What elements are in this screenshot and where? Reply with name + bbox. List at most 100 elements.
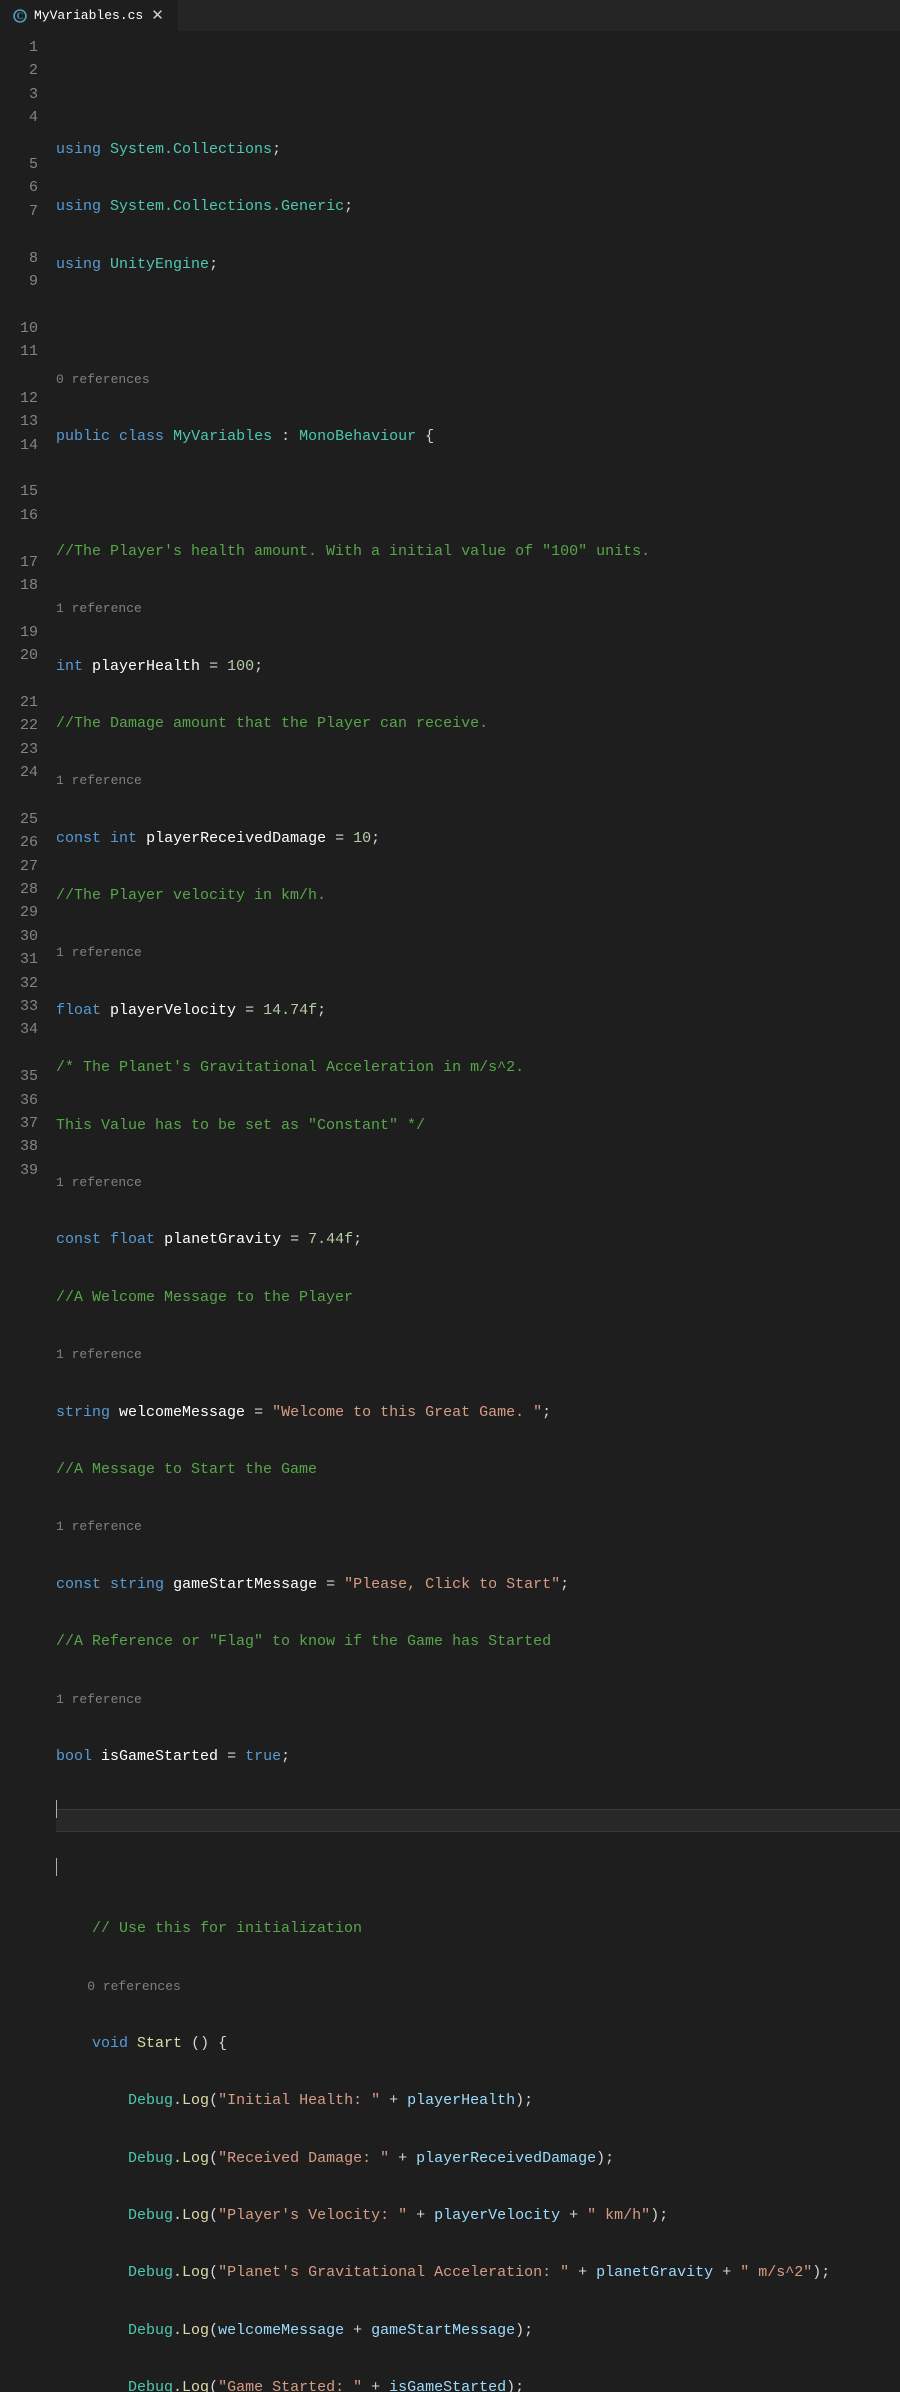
codelens-references[interactable]: 1 reference xyxy=(56,1343,900,1366)
keyword-string: string xyxy=(56,1401,110,1424)
line-number: 5 xyxy=(0,153,38,176)
codelens-references[interactable]: 0 references xyxy=(56,1975,900,1998)
keyword-using: using xyxy=(56,195,101,218)
keyword-public: public xyxy=(56,425,110,448)
line-number-blank xyxy=(0,223,38,246)
keyword-float: float xyxy=(110,1228,155,1251)
editor-area[interactable]: 1234567891011121314151617181920212223242… xyxy=(0,32,900,1196)
fn-log: Log xyxy=(182,2319,209,2342)
line-number-blank xyxy=(0,1042,38,1065)
keyword-string: string xyxy=(110,1573,164,1596)
codelens-references[interactable]: 1 reference xyxy=(56,597,900,620)
line-number: 29 xyxy=(0,901,38,924)
string-literal: "Received Damage: " xyxy=(218,2147,389,2170)
var-gamestartmessage: gameStartMessage xyxy=(173,1573,317,1596)
csharp-file-icon: C xyxy=(12,8,28,24)
line-number: 30 xyxy=(0,925,38,948)
line-number: 32 xyxy=(0,972,38,995)
line-number: 36 xyxy=(0,1089,38,1112)
line-number: 35 xyxy=(0,1065,38,1088)
codelens-references[interactable]: 0 references xyxy=(56,368,900,391)
line-number: 24 xyxy=(0,761,38,784)
class-monobehaviour: MonoBehaviour xyxy=(299,425,416,448)
line-number-blank xyxy=(0,668,38,691)
line-number: 19 xyxy=(0,621,38,644)
line-number-gutter: 1234567891011121314151617181920212223242… xyxy=(0,36,56,1196)
var-ref: planetGravity xyxy=(596,2261,713,2284)
line-number: 22 xyxy=(0,714,38,737)
line-number: 15 xyxy=(0,480,38,503)
string-literal: "Planet's Gravitational Acceleration: " xyxy=(218,2261,569,2284)
line-number: 17 xyxy=(0,551,38,574)
var-playerreceiveddamage: playerReceivedDamage xyxy=(146,827,326,850)
line-number: 23 xyxy=(0,738,38,761)
svg-text:C: C xyxy=(17,11,24,21)
line-number: 10 xyxy=(0,317,38,340)
line-number: 37 xyxy=(0,1112,38,1135)
keyword-int: int xyxy=(56,655,83,678)
keyword-void: void xyxy=(92,2032,128,2055)
line-number: 11 xyxy=(0,340,38,363)
num-literal: 10 xyxy=(353,827,371,850)
codelens-references[interactable]: 1 reference xyxy=(56,941,900,964)
var-isgamestarted: isGameStarted xyxy=(101,1745,218,1768)
var-ref: playerVelocity xyxy=(434,2204,560,2227)
var-welcomemessage: welcomeMessage xyxy=(119,1401,245,1424)
var-playervelocity: playerVelocity xyxy=(110,999,236,1022)
keyword-int: int xyxy=(110,827,137,850)
code-content[interactable]: using System.Collections; using System.C… xyxy=(56,36,900,1196)
fn-start: Start xyxy=(137,2032,182,2055)
fn-log: Log xyxy=(182,2261,209,2284)
line-number: 14 xyxy=(0,434,38,457)
line-number: 38 xyxy=(0,1135,38,1158)
line-number-blank xyxy=(0,785,38,808)
line-number: 34 xyxy=(0,1018,38,1041)
string-literal: " km/h" xyxy=(587,2204,650,2227)
string-literal: "Please, Click to Start" xyxy=(344,1573,560,1596)
codelens-references[interactable]: 1 reference xyxy=(56,1515,900,1538)
fn-log: Log xyxy=(182,2089,209,2112)
line-number: 9 xyxy=(0,270,38,293)
codelens-references[interactable]: 1 reference xyxy=(56,1171,900,1194)
ns-system-collections-generic: System.Collections.Generic xyxy=(110,195,344,218)
comment: //A Reference or "Flag" to know if the G… xyxy=(56,1630,551,1653)
line-number: 26 xyxy=(0,831,38,854)
line-number: 20 xyxy=(0,644,38,667)
comment: This Value has to be set as "Constant" *… xyxy=(56,1114,425,1137)
line-number: 13 xyxy=(0,410,38,433)
line-number: 3 xyxy=(0,83,38,106)
ns-unityengine: UnityEngine xyxy=(110,253,209,276)
fn-log: Log xyxy=(182,2376,209,2392)
text-cursor xyxy=(56,1858,57,1876)
keyword-const: const xyxy=(56,1228,101,1251)
num-literal: 14.74f xyxy=(263,999,317,1022)
line-number: 18 xyxy=(0,574,38,597)
var-ref: playerHealth xyxy=(407,2089,515,2112)
line-number-blank xyxy=(0,527,38,550)
tab-bar: C MyVariables.cs ✕ xyxy=(0,0,900,32)
line-number: 33 xyxy=(0,995,38,1018)
tab-myvariables[interactable]: C MyVariables.cs ✕ xyxy=(0,0,178,32)
keyword-const: const xyxy=(56,1573,101,1596)
line-number-blank xyxy=(0,293,38,316)
line-number: 39 xyxy=(0,1159,38,1182)
codelens-references[interactable]: 1 reference xyxy=(56,769,900,792)
line-number: 28 xyxy=(0,878,38,901)
var-ref: isGameStarted xyxy=(389,2376,506,2392)
codelens-references[interactable]: 1 reference xyxy=(56,1688,900,1711)
tab-filename: MyVariables.cs xyxy=(34,8,143,23)
line-number-blank xyxy=(0,363,38,386)
line-number: 27 xyxy=(0,855,38,878)
num-literal: 100 xyxy=(227,655,254,678)
var-ref: playerReceivedDamage xyxy=(416,2147,596,2170)
text-cursor xyxy=(56,1800,57,1818)
string-literal: " m/s^2" xyxy=(740,2261,812,2284)
line-number-blank xyxy=(0,130,38,153)
comment: //A Welcome Message to the Player xyxy=(56,1286,353,1309)
var-playerhealth: playerHealth xyxy=(92,655,200,678)
close-icon[interactable]: ✕ xyxy=(149,6,166,25)
var-ref: welcomeMessage xyxy=(218,2319,344,2342)
num-literal: 7.44f xyxy=(308,1228,353,1251)
keyword-true: true xyxy=(245,1745,281,1768)
line-number: 1 xyxy=(0,36,38,59)
